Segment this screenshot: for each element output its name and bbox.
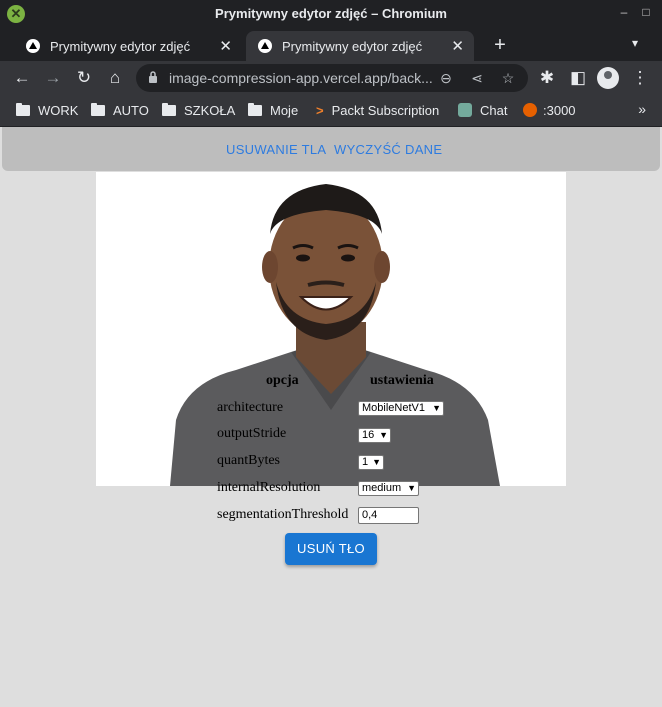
- header-option: opcja: [266, 373, 299, 388]
- page-content: USUWANIE TLA WYCZYŚĆ DANE opcja ustawien…: [0, 127, 662, 707]
- bookmark-localhost[interactable]: :3000: [523, 103, 576, 118]
- tab-active[interactable]: Prymitywny edytor zdjęć ✕: [246, 31, 474, 61]
- forward-arrow-icon[interactable]: →: [41, 66, 65, 90]
- bookmark-label: AUTO: [113, 103, 149, 118]
- tab-label: Prymitywny edytor zdjęć: [50, 39, 191, 54]
- chevron-down-icon: ▼: [379, 430, 388, 440]
- tab-strip: Prymitywny edytor zdjęć ✕ Prymitywny edy…: [0, 28, 662, 61]
- bookmark-label: Packt Subscription: [331, 103, 440, 118]
- bookmark-auto[interactable]: AUTO: [91, 103, 149, 118]
- window-title: Prymitywny edytor zdjęć – Chromium: [215, 6, 447, 21]
- quant-bytes-select[interactable]: 1 ▼: [358, 455, 384, 470]
- folder-icon: [248, 103, 262, 116]
- profile-avatar-icon[interactable]: [597, 67, 619, 89]
- zoom-icon[interactable]: ⊖: [436, 68, 456, 88]
- chatgpt-icon: [458, 103, 472, 117]
- option-label-architecture: architecture: [217, 400, 284, 415]
- tab-search-chevron-icon[interactable]: ▾: [626, 36, 644, 54]
- bookmark-chat[interactable]: Chat: [458, 103, 507, 118]
- more-menu-icon[interactable]: ⋮: [628, 66, 652, 90]
- nav-clear-data[interactable]: WYCZYŚĆ DANE: [334, 142, 442, 157]
- segmentation-threshold-input[interactable]: 0,4: [358, 507, 419, 524]
- select-value: MobileNetV1: [362, 402, 425, 414]
- option-label-internal-resolution: internalResolution: [217, 480, 321, 495]
- header-settings: ustawienia: [370, 373, 434, 388]
- option-label-segmentation-threshold: segmentationThreshold: [217, 507, 349, 522]
- browser-window: ✕ Prymitywny edytor zdjęć – Chromium – □…: [0, 0, 662, 707]
- vercel-favicon-icon: [26, 39, 40, 53]
- remove-background-button[interactable]: USUŃ TŁO: [285, 533, 377, 565]
- chevron-down-icon: ▼: [407, 483, 416, 493]
- bookmarks-bar: WORK AUTO SZKOŁA Moje > Packt Subscriptio…: [0, 95, 662, 127]
- bookmark-label: Moje: [270, 103, 299, 118]
- chevron-down-icon: ▼: [372, 457, 381, 467]
- maximize-icon[interactable]: □: [638, 4, 654, 20]
- folder-icon: [16, 103, 30, 116]
- bookmark-label: Chat: [480, 103, 508, 118]
- home-icon[interactable]: ⌂: [103, 66, 127, 90]
- output-stride-select[interactable]: 16 ▼: [358, 428, 391, 443]
- back-arrow-icon[interactable]: ←: [10, 66, 34, 90]
- bookmark-packt[interactable]: > Packt Subscription: [316, 103, 439, 118]
- bookmarks-overflow-icon[interactable]: »: [638, 101, 646, 117]
- side-panel-icon[interactable]: ◧: [566, 66, 590, 90]
- option-label-quant-bytes: quantBytes: [217, 453, 280, 468]
- bookmark-star-icon[interactable]: ☆: [498, 68, 518, 88]
- folder-icon: [91, 103, 105, 116]
- bookmark-label: SZKOŁA: [184, 103, 236, 118]
- bookmark-label: :3000: [543, 103, 576, 118]
- browser-toolbar: ← → ↻ ⌂ image-compression-app.vercel.app…: [0, 61, 662, 95]
- architecture-select[interactable]: MobileNetV1 ▼: [358, 401, 444, 416]
- uploaded-photo: [96, 172, 566, 486]
- chevron-down-icon: ▼: [432, 403, 441, 413]
- app-nav-bar: USUWANIE TLA WYCZYŚĆ DANE: [2, 127, 660, 171]
- lock-icon: [149, 71, 157, 83]
- select-value: 16: [362, 429, 375, 441]
- vercel-favicon-icon: [258, 39, 272, 53]
- select-value: medium: [362, 482, 402, 494]
- packt-icon: >: [316, 103, 324, 118]
- share-icon[interactable]: ⋖: [467, 68, 487, 88]
- nav-remove-background[interactable]: USUWANIE TLA: [226, 142, 326, 157]
- folder-icon: [162, 103, 176, 116]
- portrait-image: [96, 172, 566, 486]
- minimize-icon[interactable]: –: [616, 4, 632, 20]
- option-label-output-stride: outputStride: [217, 426, 287, 441]
- bookmark-label: WORK: [38, 103, 79, 118]
- tab-close-icon[interactable]: ✕: [219, 37, 232, 55]
- reload-icon[interactable]: ↻: [72, 66, 96, 90]
- title-bar: ✕ Prymitywny edytor zdjęć – Chromium – □: [0, 0, 662, 28]
- tab-close-icon[interactable]: ✕: [451, 37, 464, 55]
- bookmark-szkola[interactable]: SZKOŁA: [162, 103, 235, 118]
- select-value: 1: [362, 456, 369, 468]
- internal-resolution-select[interactable]: medium ▼: [358, 481, 419, 496]
- extensions-puzzle-icon[interactable]: ✱: [535, 66, 559, 90]
- bookmark-moje[interactable]: Moje: [248, 103, 298, 118]
- new-tab-icon[interactable]: +: [489, 35, 511, 57]
- address-bar[interactable]: image-compression-app.vercel.app/back...…: [136, 64, 528, 92]
- url-text: image-compression-app.vercel.app/back...: [169, 70, 433, 86]
- tab-inactive[interactable]: Prymitywny edytor zdjęć ✕: [14, 31, 242, 61]
- tab-label: Prymitywny edytor zdjęć: [282, 39, 423, 54]
- bookmark-work[interactable]: WORK: [16, 103, 78, 118]
- firefox-icon: [523, 103, 537, 117]
